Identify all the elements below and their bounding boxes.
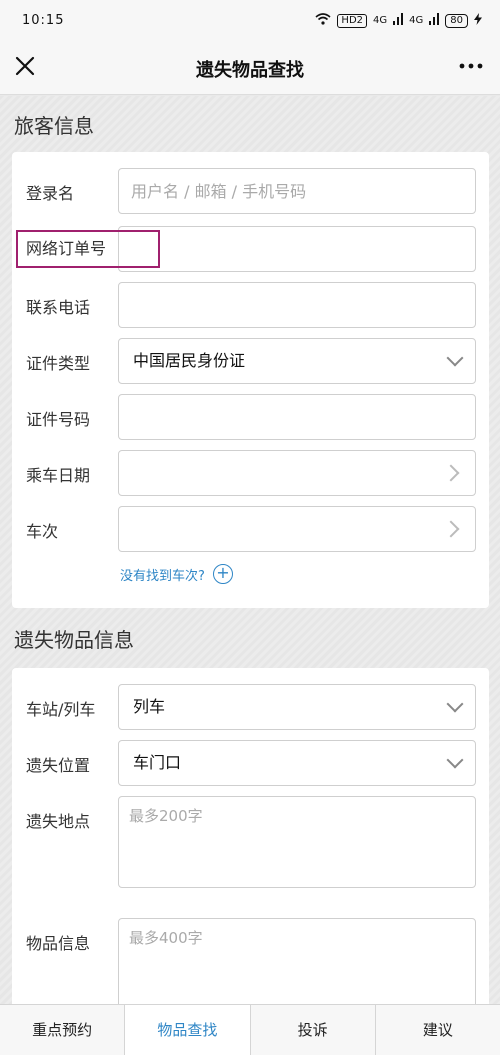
position-row: 遗失位置 车门口 — [12, 740, 489, 786]
item-section-title: 遗失物品信息 — [14, 628, 134, 652]
page-title: 遗失物品查找 — [196, 60, 304, 81]
chevron-down-icon — [446, 695, 464, 713]
wifi-icon — [315, 13, 331, 28]
id-type-row: 证件类型 中国居民身份证 — [12, 338, 489, 384]
id-type-label: 证件类型 — [26, 354, 91, 373]
train-label: 车次 — [26, 522, 59, 541]
date-picker[interactable] — [118, 450, 476, 496]
status-bar: 10:15 HD2 4G 4G 80 — [0, 0, 500, 40]
status-icons: HD2 4G 4G 80 — [315, 13, 482, 28]
bottom-tab-bar: 重点预约 物品查找 投诉 建议 — [0, 1004, 500, 1055]
login-input[interactable] — [118, 168, 476, 214]
info-label: 物品信息 — [26, 934, 91, 953]
signal-4g-label-2: 4G — [409, 15, 424, 26]
hd-badge: HD2 — [337, 13, 368, 28]
id-number-input[interactable] — [118, 394, 476, 440]
item-card: 车站/列车 列车 遗失位置 车门口 遗失地点 物品信息 — [12, 668, 489, 1004]
date-row: 乘车日期 — [12, 450, 489, 496]
passenger-section-title: 旅客信息 — [14, 114, 94, 138]
date-label: 乘车日期 — [26, 466, 91, 485]
place-textarea[interactable] — [118, 796, 476, 888]
phone-input[interactable] — [118, 282, 476, 328]
id-type-value: 中国居民身份证 — [133, 351, 246, 370]
plus-circle-icon[interactable]: + — [212, 564, 233, 584]
charging-icon — [474, 13, 482, 28]
login-label: 登录名 — [26, 184, 75, 203]
phone-row: 联系电话 — [12, 282, 489, 328]
order-row: 网络订单号 — [12, 226, 489, 272]
position-value: 车门口 — [133, 753, 182, 772]
signal-icon — [393, 13, 404, 28]
tab-item-search[interactable]: 物品查找 — [125, 1005, 251, 1055]
id-number-label: 证件号码 — [26, 410, 91, 429]
order-label: 网络订单号 — [26, 239, 107, 258]
position-label: 遗失位置 — [26, 756, 91, 775]
chevron-right-icon — [442, 520, 460, 538]
passenger-card: 登录名 网络订单号 联系电话 证件类型 中国居民身份证 证件号码 乘车日期 — [12, 152, 489, 608]
station-row: 车站/列车 列车 — [12, 684, 489, 730]
tab-suggestion[interactable]: 建议 — [376, 1005, 500, 1055]
status-time: 10:15 — [22, 13, 65, 28]
id-number-row: 证件号码 — [12, 394, 489, 440]
signal-4g-label: 4G — [373, 15, 388, 26]
chevron-down-icon — [446, 349, 464, 367]
chevron-down-icon — [446, 751, 464, 769]
train-not-found-text[interactable]: 没有找到车次? — [120, 565, 205, 584]
form-content[interactable]: 旅客信息 登录名 网络订单号 联系电话 证件类型 中国居民身份证 证件号码 — [0, 96, 500, 1004]
train-picker[interactable] — [118, 506, 476, 552]
train-not-found-link[interactable]: 没有找到车次? + — [120, 564, 233, 584]
info-textarea[interactable] — [118, 918, 476, 1004]
more-options-icon[interactable] — [458, 53, 484, 85]
login-row: 登录名 — [12, 168, 489, 214]
tab-complaint[interactable]: 投诉 — [251, 1005, 376, 1055]
signal-icon-2 — [429, 13, 440, 28]
phone-label: 联系电话 — [26, 298, 91, 317]
station-label: 车站/列车 — [26, 700, 96, 719]
chevron-right-icon — [442, 464, 460, 482]
nav-bar: 遗失物品查找 — [0, 40, 500, 95]
id-type-select[interactable]: 中国居民身份证 — [118, 338, 476, 384]
battery-icon: 80 — [445, 13, 468, 28]
position-select[interactable]: 车门口 — [118, 740, 476, 786]
order-input[interactable] — [118, 226, 476, 272]
station-value: 列车 — [133, 697, 166, 716]
tab-key-booking[interactable]: 重点预约 — [0, 1005, 126, 1055]
place-label: 遗失地点 — [26, 812, 91, 831]
train-row: 车次 — [12, 506, 489, 552]
station-select[interactable]: 列车 — [118, 684, 476, 730]
